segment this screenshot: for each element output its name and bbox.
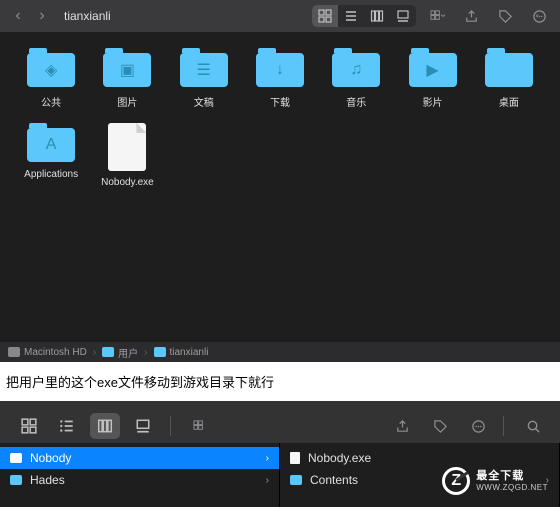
column-item[interactable]: Nobody › [0,447,279,469]
folder-item[interactable]: 桌面 [476,48,542,109]
folder-item[interactable]: ♫ 音乐 [323,48,389,109]
group-by-button[interactable] [424,5,450,27]
folder-label: 桌面 [499,94,519,109]
finder-window-1: ‹ › tianxianli ◈ 公共 ▣ 图片 ☰ 文稿 [0,0,560,362]
list-view-button[interactable] [338,5,364,27]
search-button[interactable] [520,415,546,437]
nav-back-button[interactable]: ‹ [8,6,28,26]
share-button[interactable] [458,5,484,27]
tags-button[interactable] [492,5,518,27]
column-item[interactable]: Nobody.exe [280,447,559,469]
folder-item[interactable]: ▣ 图片 [94,48,160,109]
item-label: Hades [30,473,65,487]
folder-icon: ♫ [332,48,380,88]
folder-label: 下载 [270,94,290,109]
folder-icon [154,347,166,357]
folder-label: Applications [24,169,78,180]
folder-item[interactable]: ↓ 下载 [247,48,313,109]
nav-forward-button[interactable]: › [32,6,52,26]
file-icon [290,452,300,464]
window-title: tianxianli [64,9,111,23]
watermark-line1: 最全下载 [476,470,548,483]
folder-label: 影片 [423,94,443,109]
titlebar: ‹ › tianxianli [0,0,560,32]
path-bar: Macintosh HD › 用户 › tianxianli [0,342,560,362]
folder-icon [485,48,533,88]
item-label: Nobody.exe [308,451,371,465]
column-view-button[interactable] [364,5,390,27]
folder-label: 公共 [41,94,61,109]
file-label: Nobody.exe [101,177,154,188]
folder-icon [102,347,114,357]
gallery-view-button[interactable] [390,5,416,27]
item-label: Contents [310,473,358,487]
column-1: Nobody › Hades › [0,443,280,507]
group-by-button[interactable] [187,415,213,437]
actions-button[interactable] [465,415,491,437]
gallery-view-button[interactable] [128,413,158,439]
file-icon [108,123,146,171]
path-separator: › [93,347,96,358]
folder-item[interactable]: ◈ 公共 [18,48,84,109]
hd-icon [8,347,20,357]
folder-icon: ◈ [27,48,75,88]
folder-icon: ▣ [103,48,151,88]
watermark: Z 最全下载 WWW.ZQGD.NET [442,467,548,495]
watermark-line2: WWW.ZQGD.NET [476,483,548,493]
share-button[interactable] [389,415,415,437]
folder-item[interactable]: A Applications [18,123,84,188]
path-label: tianxianli [170,347,209,358]
folder-item[interactable]: ▶ 影片 [399,48,465,109]
folder-icon [10,475,22,485]
column-item[interactable]: Hades › [0,469,279,491]
column-view-button[interactable] [90,413,120,439]
folder-label: 音乐 [346,94,366,109]
path-label: Macintosh HD [24,347,87,358]
folder-icon: ☰ [180,48,228,88]
icon-view-button[interactable] [312,5,338,27]
chevron-right-icon: › [266,475,269,486]
watermark-logo-icon: Z [442,467,470,495]
toolbar [0,409,560,443]
tags-button[interactable] [427,415,453,437]
folder-icon: ↓ [256,48,304,88]
folder-icon: ▶ [409,48,457,88]
path-segment[interactable]: tianxianli [154,347,209,358]
instruction-text: 把用户里的这个exe文件移动到游戏目录下就行 [0,362,560,401]
file-item[interactable]: Nobody.exe [94,123,160,188]
path-separator: › [144,347,147,358]
folder-icon: A [27,123,75,163]
item-label: Nobody [30,451,71,465]
folder-item[interactable]: ☰ 文稿 [171,48,237,109]
folder-icon [10,453,22,463]
path-label: 用户 [118,345,138,360]
icon-view-button[interactable] [14,413,44,439]
list-view-button[interactable] [52,413,82,439]
view-mode-group [312,5,416,27]
finder-window-2: Nobody › Hades › Nobody.exe Contents › Z… [0,401,560,507]
file-grid: ◈ 公共 ▣ 图片 ☰ 文稿 ↓ 下载 ♫ 音乐 ▶ 影片 [0,32,560,204]
folder-icon [290,475,302,485]
path-segment[interactable]: 用户 [102,345,138,360]
folder-label: 图片 [117,94,137,109]
chevron-right-icon: › [266,453,269,464]
path-segment[interactable]: Macintosh HD [8,347,87,358]
actions-button[interactable] [526,5,552,27]
folder-label: 文稿 [194,94,214,109]
